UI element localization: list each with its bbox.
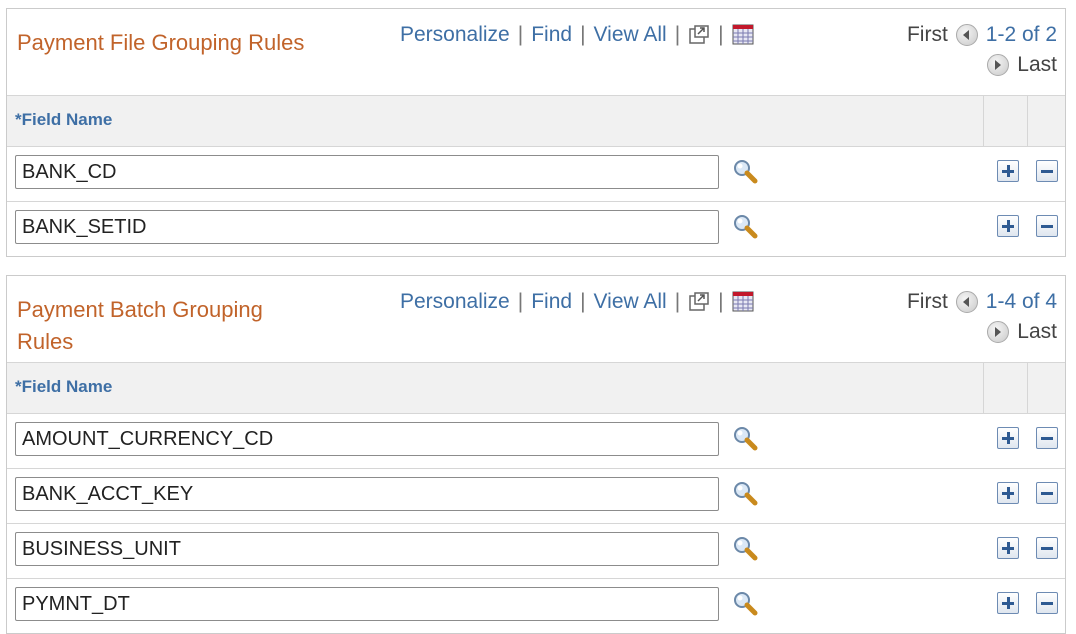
row-range: 1-2 of 2 xyxy=(985,23,1057,46)
grid-header: Payment File Grouping Rules Personalize … xyxy=(7,9,1065,96)
separator: | xyxy=(674,290,681,313)
field-name-input[interactable] xyxy=(15,422,719,456)
new-window-icon[interactable] xyxy=(688,24,710,46)
add-row-icon[interactable] xyxy=(997,592,1019,614)
magnifier-icon[interactable] xyxy=(731,212,759,240)
personalize-link[interactable]: Personalize xyxy=(400,290,510,314)
field-name-input[interactable] xyxy=(15,210,719,244)
find-link[interactable]: Find xyxy=(531,290,572,314)
view-all-link[interactable]: View All xyxy=(594,290,667,314)
delete-row-icon[interactable] xyxy=(1036,160,1058,182)
separator: | xyxy=(580,290,586,313)
separator: | xyxy=(517,23,524,46)
delete-row-icon[interactable] xyxy=(1036,215,1058,237)
payment-batch-grouping-grid: Payment Batch Grouping Rules Personalize… xyxy=(6,275,1066,634)
magnifier-icon[interactable] xyxy=(731,424,759,452)
next-icon[interactable] xyxy=(987,321,1010,343)
add-row-icon[interactable] xyxy=(997,160,1019,182)
last-label: Last xyxy=(1017,53,1057,76)
column-divider xyxy=(983,96,984,146)
table-row xyxy=(7,579,1065,633)
column-divider xyxy=(1027,96,1028,146)
column-divider xyxy=(1027,363,1028,413)
magnifier-icon[interactable] xyxy=(731,589,759,617)
grid-title: Payment File Grouping Rules xyxy=(17,30,305,55)
delete-row-icon[interactable] xyxy=(1036,592,1058,614)
separator: | xyxy=(674,23,681,46)
delete-row-icon[interactable] xyxy=(1036,482,1058,504)
spreadsheet-icon[interactable] xyxy=(732,24,754,46)
separator: | xyxy=(718,23,724,46)
field-name-header: *Field Name xyxy=(15,110,113,129)
magnifier-icon[interactable] xyxy=(731,534,759,562)
delete-row-icon[interactable] xyxy=(1036,537,1058,559)
grid-nav: Personalize | Find | View All | | xyxy=(400,23,754,47)
add-row-icon[interactable] xyxy=(997,215,1019,237)
grid-header: Payment Batch Grouping Rules Personalize… xyxy=(7,276,1065,363)
personalize-link[interactable]: Personalize xyxy=(400,23,510,47)
field-name-input[interactable] xyxy=(15,532,719,566)
last-label: Last xyxy=(1017,320,1057,343)
table-row xyxy=(7,147,1065,202)
first-label: First xyxy=(906,23,948,46)
next-icon[interactable] xyxy=(987,54,1010,76)
add-row-icon[interactable] xyxy=(997,537,1019,559)
previous-icon[interactable] xyxy=(955,291,978,313)
column-divider xyxy=(983,363,984,413)
field-name-input[interactable] xyxy=(15,477,719,511)
separator: | xyxy=(517,290,524,313)
magnifier-icon[interactable] xyxy=(731,157,759,185)
delete-row-icon[interactable] xyxy=(1036,427,1058,449)
column-header-row: *Field Name xyxy=(7,363,1065,414)
view-all-link[interactable]: View All xyxy=(594,23,667,47)
payment-file-grouping-grid: Payment File Grouping Rules Personalize … xyxy=(6,8,1066,257)
pager: First 1-2 of 2 Last xyxy=(873,23,1057,77)
separator: | xyxy=(718,290,724,313)
spreadsheet-icon[interactable] xyxy=(732,291,754,313)
table-row xyxy=(7,524,1065,579)
table-row xyxy=(7,414,1065,469)
magnifier-icon[interactable] xyxy=(731,479,759,507)
column-header-row: *Field Name xyxy=(7,96,1065,147)
add-row-icon[interactable] xyxy=(997,427,1019,449)
grid-nav: Personalize | Find | View All | | xyxy=(400,290,754,314)
grid-title: Payment Batch Grouping Rules xyxy=(17,297,263,354)
table-row xyxy=(7,469,1065,524)
add-row-icon[interactable] xyxy=(997,482,1019,504)
field-name-input[interactable] xyxy=(15,587,719,621)
first-label: First xyxy=(906,290,948,313)
previous-icon[interactable] xyxy=(955,24,978,46)
new-window-icon[interactable] xyxy=(688,291,710,313)
pager: First 1-4 of 4 Last xyxy=(873,290,1057,344)
separator: | xyxy=(580,23,586,46)
find-link[interactable]: Find xyxy=(531,23,572,47)
field-name-input[interactable] xyxy=(15,155,719,189)
table-row xyxy=(7,202,1065,256)
row-range: 1-4 of 4 xyxy=(985,290,1057,313)
field-name-header: *Field Name xyxy=(15,377,113,396)
